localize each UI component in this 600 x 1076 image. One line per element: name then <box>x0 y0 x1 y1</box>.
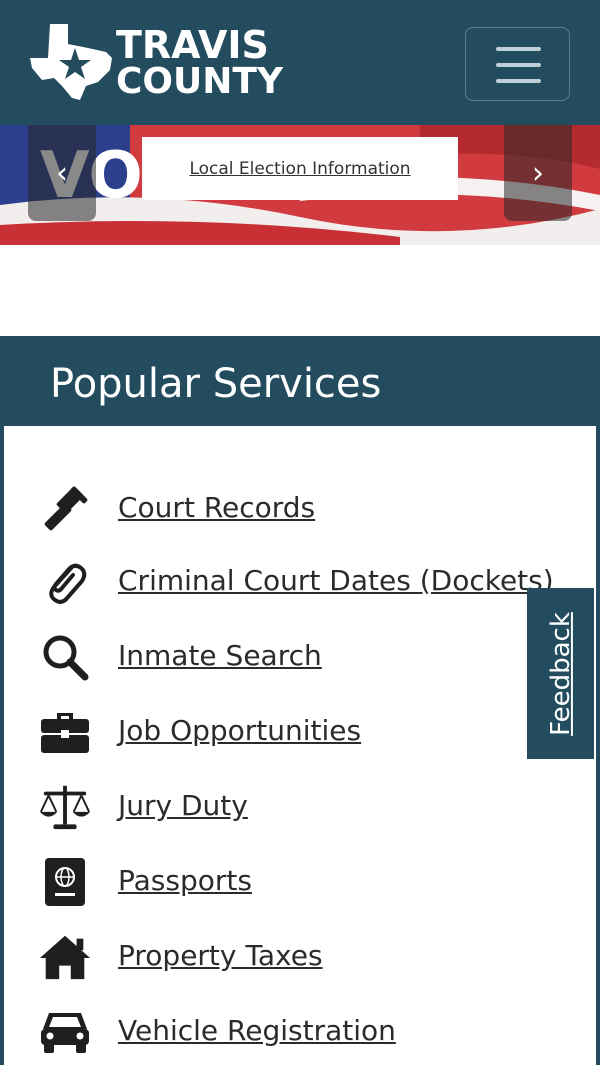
service-label[interactable]: Property Taxes <box>118 938 323 974</box>
hero-carousel: VO ‹ Local Election Information › <box>0 125 600 245</box>
texas-star-logo-icon <box>30 24 112 100</box>
service-label[interactable]: Passports <box>118 863 252 899</box>
site-header: TRAVIS COUNTY <box>0 0 600 125</box>
feedback-label[interactable]: Feedback <box>546 612 576 736</box>
car-icon <box>38 1006 92 1058</box>
service-label[interactable]: Jury Duty <box>118 788 248 824</box>
popular-services-title: Popular Services <box>50 361 382 407</box>
service-item-job-opportunities[interactable]: Job Opportunities <box>4 702 596 762</box>
feedback-tab[interactable]: Feedback <box>527 588 594 759</box>
passport-icon <box>38 856 92 908</box>
popular-services-panel: Popular Services Court Records Criminal … <box>0 336 600 1076</box>
home-icon <box>38 931 92 983</box>
search-icon <box>38 631 92 683</box>
chevron-right-icon: › <box>532 155 544 191</box>
service-item-jury-duty[interactable]: Jury Duty <box>4 777 596 837</box>
service-label[interactable]: Inmate Search <box>118 638 322 674</box>
service-label[interactable]: Court Records <box>118 490 315 526</box>
logo-text-county: COUNTY <box>116 61 284 102</box>
chevron-left-icon: ‹ <box>56 155 68 191</box>
carousel-next-button[interactable]: › <box>504 125 572 221</box>
local-election-link[interactable]: Local Election Information <box>189 159 410 179</box>
briefcase-icon <box>38 706 92 758</box>
service-item-passports[interactable]: Passports <box>4 852 596 912</box>
banner-caption: Local Election Information <box>142 137 458 200</box>
logo-text-travis: TRAVIS <box>116 23 269 67</box>
hamburger-menu-button[interactable] <box>465 27 570 101</box>
service-item-court-records[interactable]: Court Records <box>4 479 596 539</box>
service-item-vehicle-registration[interactable]: Vehicle Registration <box>4 1002 596 1062</box>
travis-county-logo[interactable]: TRAVIS COUNTY <box>28 22 288 104</box>
service-item-inmate-search[interactable]: Inmate Search <box>4 627 596 687</box>
gavel-icon <box>38 483 92 535</box>
service-label[interactable]: Criminal Court Dates (Dockets) <box>118 563 554 599</box>
service-label[interactable]: Job Opportunities <box>118 713 361 749</box>
scales-icon <box>38 781 92 833</box>
service-item-criminal-court-dates[interactable]: Criminal Court Dates (Dockets) <box>4 552 596 612</box>
paperclip-icon <box>38 556 92 608</box>
service-item-property-taxes[interactable]: Property Taxes <box>4 927 596 987</box>
popular-services-list: Court Records Criminal Court Dates (Dock… <box>4 426 596 1076</box>
carousel-prev-button[interactable]: ‹ <box>28 125 96 221</box>
service-label[interactable]: Vehicle Registration <box>118 1013 396 1049</box>
